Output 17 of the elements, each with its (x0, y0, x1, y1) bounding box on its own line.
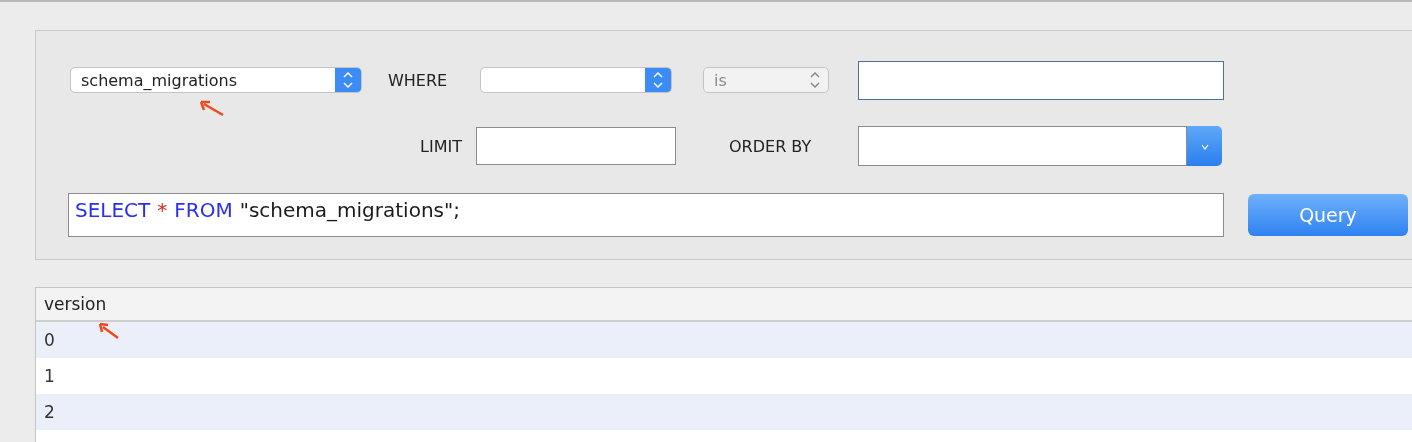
table-select[interactable]: schema_migrations (70, 67, 362, 93)
annotation-arrow-icon (199, 99, 225, 117)
limit-label: LIMIT (419, 136, 463, 156)
table-cell: 2 (44, 402, 55, 422)
chevron-down-icon (1200, 143, 1209, 150)
table-cell: 1 (44, 366, 55, 386)
where-value-input[interactable] (858, 60, 1224, 100)
stepper-icon (645, 68, 671, 92)
table-cell: 0 (44, 330, 55, 350)
where-label: WHERE (388, 70, 449, 90)
where-column-select[interactable] (480, 67, 672, 93)
stepper-icon (335, 68, 361, 92)
order-by-label: ORDER BY (729, 136, 813, 156)
column-header: version (36, 288, 1412, 322)
limit-input[interactable] (476, 127, 676, 165)
order-by-input[interactable] (858, 126, 1187, 166)
sql-query-field[interactable]: SELECT * FROM "schema_migrations"; (68, 193, 1224, 237)
